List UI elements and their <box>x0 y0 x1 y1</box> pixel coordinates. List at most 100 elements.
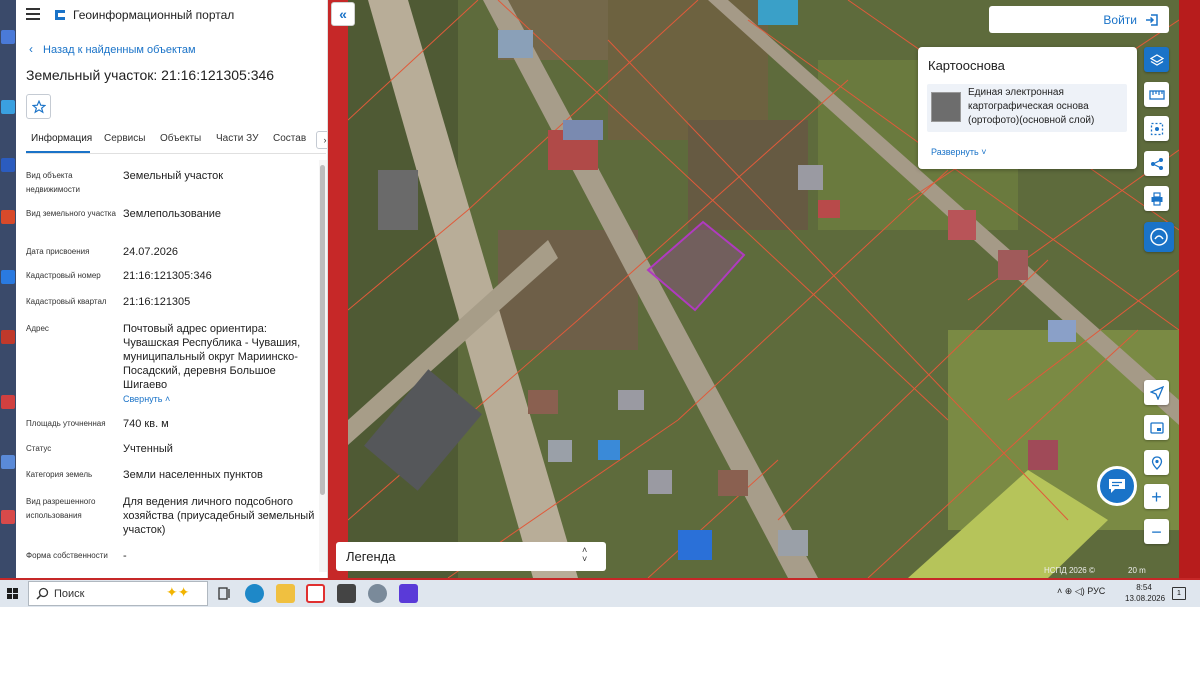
attr-value: Почтовый адрес ориентира: Чувашская Респ… <box>123 323 301 391</box>
legend-bar[interactable]: Легенда ˄ ˅ <box>336 542 606 571</box>
attr-value: 740 кв. м <box>123 418 169 430</box>
zoom-in-button[interactable]: + <box>1144 484 1169 509</box>
chat-button[interactable] <box>1097 466 1137 506</box>
panel-scrollbar-thumb[interactable] <box>320 165 325 495</box>
edge-browser-icon[interactable] <box>245 584 264 603</box>
file-explorer-icon[interactable] <box>276 584 295 603</box>
desktop-shortcut-icon[interactable] <box>1 158 15 172</box>
desktop-shortcut-icon[interactable] <box>1 30 15 44</box>
login-label: Войти <box>1103 12 1137 27</box>
expand-collapse-icon: ˄ ˅ <box>582 545 588 564</box>
basemap-expand-link[interactable]: Развернуть ˅ <box>931 147 987 157</box>
taskbar-clock[interactable]: 8:54 13.08.2026 <box>1125 582 1166 604</box>
attr-label: Вид земельного участка <box>26 209 116 218</box>
attr-label: Кадастровый номер <box>26 271 101 280</box>
zoom-out-button[interactable]: − <box>1144 519 1169 544</box>
navigate-button[interactable] <box>1144 380 1169 405</box>
attr-label: Статус <box>26 444 52 453</box>
minimap-icon <box>1149 421 1164 434</box>
share-icon <box>1150 157 1163 170</box>
desktop-shortcut-icon[interactable] <box>1 270 15 284</box>
notification-center-icon[interactable]: 1 <box>1172 587 1186 600</box>
chevron-down-icon: ˅ <box>981 147 987 157</box>
system-tray[interactable]: ˄ ⊕ ◁) РУС <box>1057 586 1105 597</box>
language-indicator[interactable]: РУС <box>1087 586 1105 596</box>
basemap-title: Картооснова <box>928 58 1005 73</box>
settings-app-icon[interactable] <box>368 584 387 603</box>
attr-label: Дата присвоения <box>26 247 90 256</box>
basemap-option[interactable]: Единая электронная картографическая осно… <box>927 84 1127 132</box>
store-icon[interactable] <box>337 584 356 603</box>
chat-bot-icon <box>1150 228 1168 246</box>
search-icon <box>36 587 49 600</box>
address-collapse-link[interactable]: Свернуть ˄ <box>123 394 170 404</box>
print-icon <box>1151 191 1162 206</box>
pinned-app-icon[interactable] <box>399 584 418 603</box>
attr-label: Вид разрешенного использования <box>26 497 96 520</box>
basemap-expand-label: Развернуть <box>931 147 979 157</box>
attr-value: 21:16:121305:346 <box>123 270 212 282</box>
assistant-button[interactable] <box>1144 222 1174 252</box>
attr-value: Учтенный <box>123 443 173 455</box>
minimap-button[interactable] <box>1144 415 1169 440</box>
object-title: Земельный участок: 21:16:121305:346 <box>26 67 275 83</box>
desktop-shortcut-icon[interactable] <box>1 330 15 344</box>
locate-icon <box>1151 455 1162 470</box>
select-area-button[interactable] <box>1144 116 1169 141</box>
windows-taskbar: Поиск ✦✦ ˄ ⊕ ◁) РУС 8:54 13.08.2026 1 <box>0 580 1200 607</box>
layers-icon <box>1149 53 1164 66</box>
tab-services[interactable]: Сервисы <box>104 133 145 144</box>
chevron-left-icon: ‹ <box>29 42 33 56</box>
tab-composition[interactable]: Состав <box>273 133 306 144</box>
yandex-browser-icon[interactable] <box>306 584 325 603</box>
back-to-results-link[interactable]: ‹ Назад к найденным объектам <box>29 42 196 56</box>
legend-label: Легенда <box>346 549 396 564</box>
basemap-thumbnail <box>931 92 961 122</box>
attr-value: 21:16:121305 <box>123 296 191 308</box>
chevron-right-icon: › <box>323 135 327 145</box>
desktop-shortcut-icon[interactable] <box>1 510 15 524</box>
collapse-panel-button[interactable]: « <box>331 2 355 26</box>
login-button[interactable]: Войти <box>989 6 1169 33</box>
desktop-shortcut-icon[interactable] <box>1 210 15 224</box>
attr-label: Кадастровый квартал <box>26 297 107 306</box>
basemap-card: Картооснова Единая электронная картограф… <box>918 47 1137 169</box>
zoom-out-icon: − <box>1151 521 1162 542</box>
print-button[interactable] <box>1144 186 1169 211</box>
windows-start-icon[interactable] <box>7 588 18 599</box>
network-icon: ⊕ <box>1064 586 1073 596</box>
volume-icon: ◁) <box>1074 586 1085 596</box>
zoom-in-icon: + <box>1151 486 1162 507</box>
layers-button[interactable] <box>1144 47 1169 72</box>
tab-objects[interactable]: Объекты <box>160 133 201 144</box>
taskbar-search[interactable]: Поиск ✦✦ <box>28 581 208 606</box>
taskbar-search-label: Поиск <box>54 588 85 600</box>
hamburger-icon[interactable] <box>26 8 40 20</box>
favorite-button[interactable] <box>26 94 51 119</box>
desktop-shortcut-icon[interactable] <box>1 100 15 114</box>
map-scale: 20 m <box>1128 566 1146 575</box>
attr-value: 24.07.2026 <box>123 246 179 258</box>
desktop-shortcut-icon[interactable] <box>1 395 15 409</box>
tab-information[interactable]: Информация <box>31 133 92 144</box>
desktop-strip <box>0 0 16 578</box>
screen: Геоинформационный портал ‹ Назад к найден… <box>0 0 1200 607</box>
attr-label: Категория земель <box>26 470 93 479</box>
navigate-icon <box>1149 385 1164 400</box>
clock-date: 13.08.2026 <box>1125 594 1166 603</box>
task-view-icon[interactable] <box>215 584 234 603</box>
notification-count: 1 <box>1177 590 1181 597</box>
tabs-scroll-right-button[interactable]: › <box>316 131 327 149</box>
basemap-option-label: Единая электронная картографическая осно… <box>968 87 1095 126</box>
tab-bar: Информация Сервисы Объекты Части ЗУ Сост… <box>26 128 327 154</box>
attr-value: Земельный участок <box>123 170 224 182</box>
desktop-shortcut-icon[interactable] <box>1 455 15 469</box>
share-button[interactable] <box>1144 151 1169 176</box>
measure-button[interactable] <box>1144 82 1169 107</box>
double-chevron-left-icon: « <box>339 6 347 22</box>
attr-value: - <box>123 550 127 562</box>
sparkle-icon: ✦✦ <box>166 584 190 600</box>
locate-button[interactable] <box>1144 450 1169 475</box>
tab-parcel-parts[interactable]: Части ЗУ <box>216 133 258 144</box>
attr-label: Форма собственности <box>26 551 108 560</box>
